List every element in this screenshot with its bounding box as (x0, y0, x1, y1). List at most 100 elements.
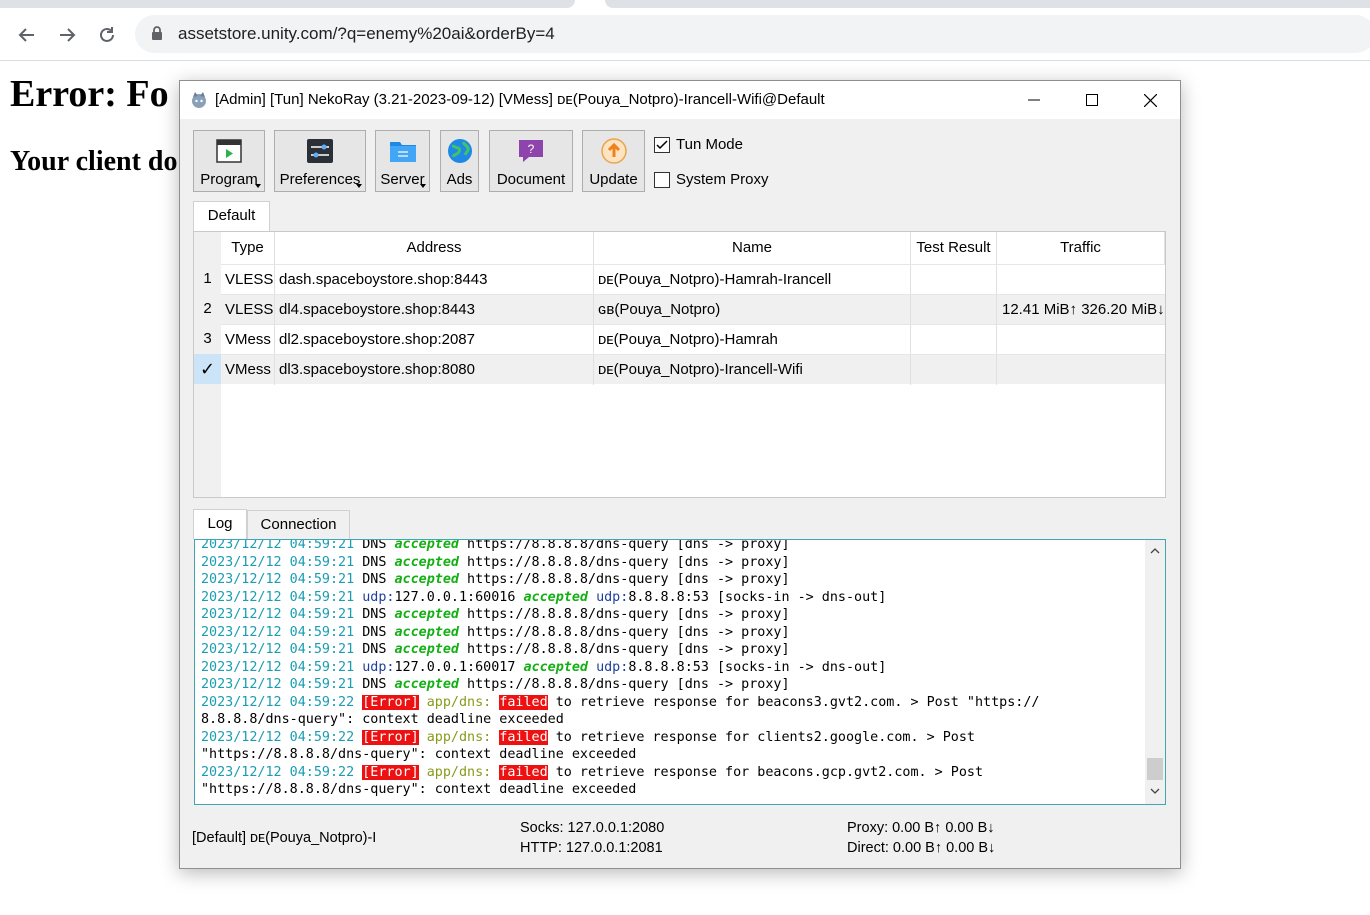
log-text: 127.0.0.1:60016 (394, 589, 524, 605)
row-number[interactable]: 2 (194, 294, 221, 324)
log-line: 2023/12/12 04:59:21 DNS accepted https:/… (201, 641, 1039, 659)
log-timestamp: 2023/12/12 04:59:21 (201, 554, 355, 570)
back-button[interactable] (13, 21, 41, 49)
tun-mode-checkbox[interactable] (654, 137, 670, 153)
ads-button[interactable]: Ads (440, 130, 479, 192)
cell-address: dl3.spaceboystore.shop:8080 (275, 355, 594, 385)
tab-default-group[interactable]: Default (193, 201, 270, 231)
server-folder-icon (389, 142, 416, 162)
chevron-down-icon[interactable] (1150, 788, 1160, 795)
log-text: 8.8.8.8:53 [socks-in -> dns-out] (628, 659, 887, 675)
column-header-type[interactable]: Type (221, 232, 275, 264)
arrow-right-icon (60, 28, 76, 42)
page-error-heading: Error: Fo (10, 73, 169, 115)
system-proxy-checkbox[interactable] (654, 172, 670, 188)
column-header-test-result[interactable]: Test Result (911, 232, 997, 264)
log-line: 8.8.8.8/dns-query": context deadline exc… (201, 711, 1039, 729)
log-accepted-tag: accepted (523, 659, 589, 675)
system-proxy-label[interactable]: System Proxy (676, 171, 769, 188)
status-proxy-traffic: Proxy: 0.00 B↑ 0.00 B↓ (847, 820, 995, 836)
log-error-tag: [Error] (362, 764, 419, 780)
log-timestamp: 2023/12/12 04:59:21 (201, 572, 355, 587)
log-output[interactable]: 2023/12/12 04:59:21 DNS accepted https:/… (194, 539, 1166, 805)
forward-button[interactable] (53, 21, 81, 49)
table-row[interactable]: VLESS dash.spaceboystore.shop:8443 ᴅᴇ(Po… (221, 264, 1165, 295)
address-bar[interactable]: assetstore.unity.com/?q=enemy%20ai&order… (135, 15, 1370, 53)
cell-name: ᴅᴇ(Pouya_Notpro)-Hamrah (594, 325, 911, 355)
tab-log[interactable]: Log (193, 509, 247, 539)
cell-traffic: 12.41 MiB↑ 326.20 MiB↓ (1002, 301, 1165, 318)
log-text: https://8.8.8.8/dns-query [dns -> proxy] (459, 572, 790, 587)
log-error-tag: [Error] (362, 729, 419, 745)
scrollbar-thumb[interactable] (1147, 758, 1163, 780)
arrow-left-icon (18, 28, 34, 42)
server-button[interactable]: Server (375, 130, 430, 192)
column-header-address[interactable]: Address (275, 232, 594, 264)
log-timestamp: 2023/12/12 04:59:21 (201, 642, 355, 657)
window-titlebar[interactable]: [Admin] [Tun] NekoRay (3.21-2023-09-12) … (180, 81, 1180, 119)
log-text: DNS (354, 677, 395, 692)
maximize-button[interactable] (1063, 81, 1121, 119)
log-text: DNS (354, 539, 395, 552)
column-header-traffic[interactable]: Traffic (997, 232, 1165, 264)
log-line: 2023/12/12 04:59:22 [Error] app/dns: fai… (201, 729, 1039, 747)
browser-tab[interactable] (605, 0, 1370, 8)
log-error-tag: [Error] (362, 694, 419, 710)
checkmark-icon (656, 140, 668, 150)
row-number[interactable]: 1 (194, 264, 221, 294)
close-button[interactable] (1121, 81, 1179, 119)
program-button[interactable]: Program (193, 130, 265, 192)
tun-mode-label[interactable]: Tun Mode (676, 136, 743, 153)
column-header-name[interactable]: Name (594, 232, 911, 264)
log-text: https://8.8.8.8/dns-query [dns -> proxy] (459, 624, 790, 640)
log-line: 2023/12/12 04:59:21 udp:127.0.0.1:60017 … (201, 659, 1039, 677)
log-text: DNS (354, 642, 395, 657)
log-udp-tag: udp: (596, 589, 629, 605)
preferences-sliders-icon (307, 139, 333, 163)
cell-type: VLESS (221, 295, 275, 325)
table-row[interactable]: VLESS dl4.spaceboystore.shop:8443 ɢʙ(Pou… (221, 294, 1165, 325)
log-timestamp: 2023/12/12 04:59:21 (201, 607, 355, 622)
lock-icon (152, 26, 162, 40)
log-line: 2023/12/12 04:59:21 udp:127.0.0.1:60016 … (201, 589, 1039, 607)
cell-address: dl2.spaceboystore.shop:2087 (275, 325, 594, 355)
log-udp-tag: udp: (362, 659, 395, 675)
selected-row-checkmark[interactable]: ✓ (194, 354, 221, 384)
log-scrollbar[interactable] (1145, 540, 1165, 804)
log-text: https://8.8.8.8/dns-query [dns -> proxy] (459, 677, 790, 692)
update-button[interactable]: Update (582, 130, 645, 192)
reload-button[interactable] (93, 21, 121, 49)
minimize-button[interactable] (1005, 81, 1063, 119)
status-http-address: HTTP: 127.0.0.1:2081 (520, 840, 663, 856)
log-error-tag: failed (499, 729, 548, 745)
chevron-up-icon[interactable] (1150, 547, 1160, 554)
ads-label: Ads (446, 171, 473, 188)
row-number[interactable]: 3 (194, 324, 221, 354)
document-button[interactable]: ? Document (489, 130, 573, 192)
cell-address: dash.spaceboystore.shop:8443 (275, 265, 594, 295)
log-udp-tag: udp: (596, 659, 629, 675)
cell-type: VMess (221, 355, 275, 385)
tab-connection[interactable]: Connection (247, 510, 350, 540)
log-line: 2023/12/12 04:59:22 [Error] app/dns: fai… (201, 694, 1039, 712)
log-timestamp: 2023/12/12 04:59:21 (201, 589, 355, 605)
log-timestamp: 2023/12/12 04:59:21 (201, 659, 355, 675)
log-timestamp: 2023/12/12 04:59:22 (201, 729, 355, 745)
log-error-tag: failed (499, 694, 548, 710)
help-document-icon: ? (519, 140, 543, 162)
table-row[interactable]: VMess dl3.spaceboystore.shop:8080 ᴅᴇ(Pou… (221, 354, 1165, 385)
url-text[interactable]: assetstore.unity.com/?q=enemy%20ai&order… (178, 24, 555, 44)
log-text: https://8.8.8.8/dns-query [dns -> proxy] (459, 607, 790, 622)
log-lines: 2023/12/12 04:59:21 DNS accepted https:/… (201, 539, 1039, 799)
log-line: 2023/12/12 04:59:21 DNS accepted https:/… (201, 606, 1039, 624)
document-label: Document (496, 171, 566, 188)
log-text: https://8.8.8.8/dns-query [dns -> proxy] (459, 539, 790, 552)
log-accepted-tag: accepted (394, 642, 460, 657)
browser-tab[interactable] (0, 0, 575, 8)
log-timestamp: 2023/12/12 04:59:22 (201, 764, 355, 780)
table-row[interactable]: VMess dl2.spaceboystore.shop:2087 ᴅᴇ(Pou… (221, 324, 1165, 355)
preferences-button[interactable]: Preferences (274, 130, 366, 192)
